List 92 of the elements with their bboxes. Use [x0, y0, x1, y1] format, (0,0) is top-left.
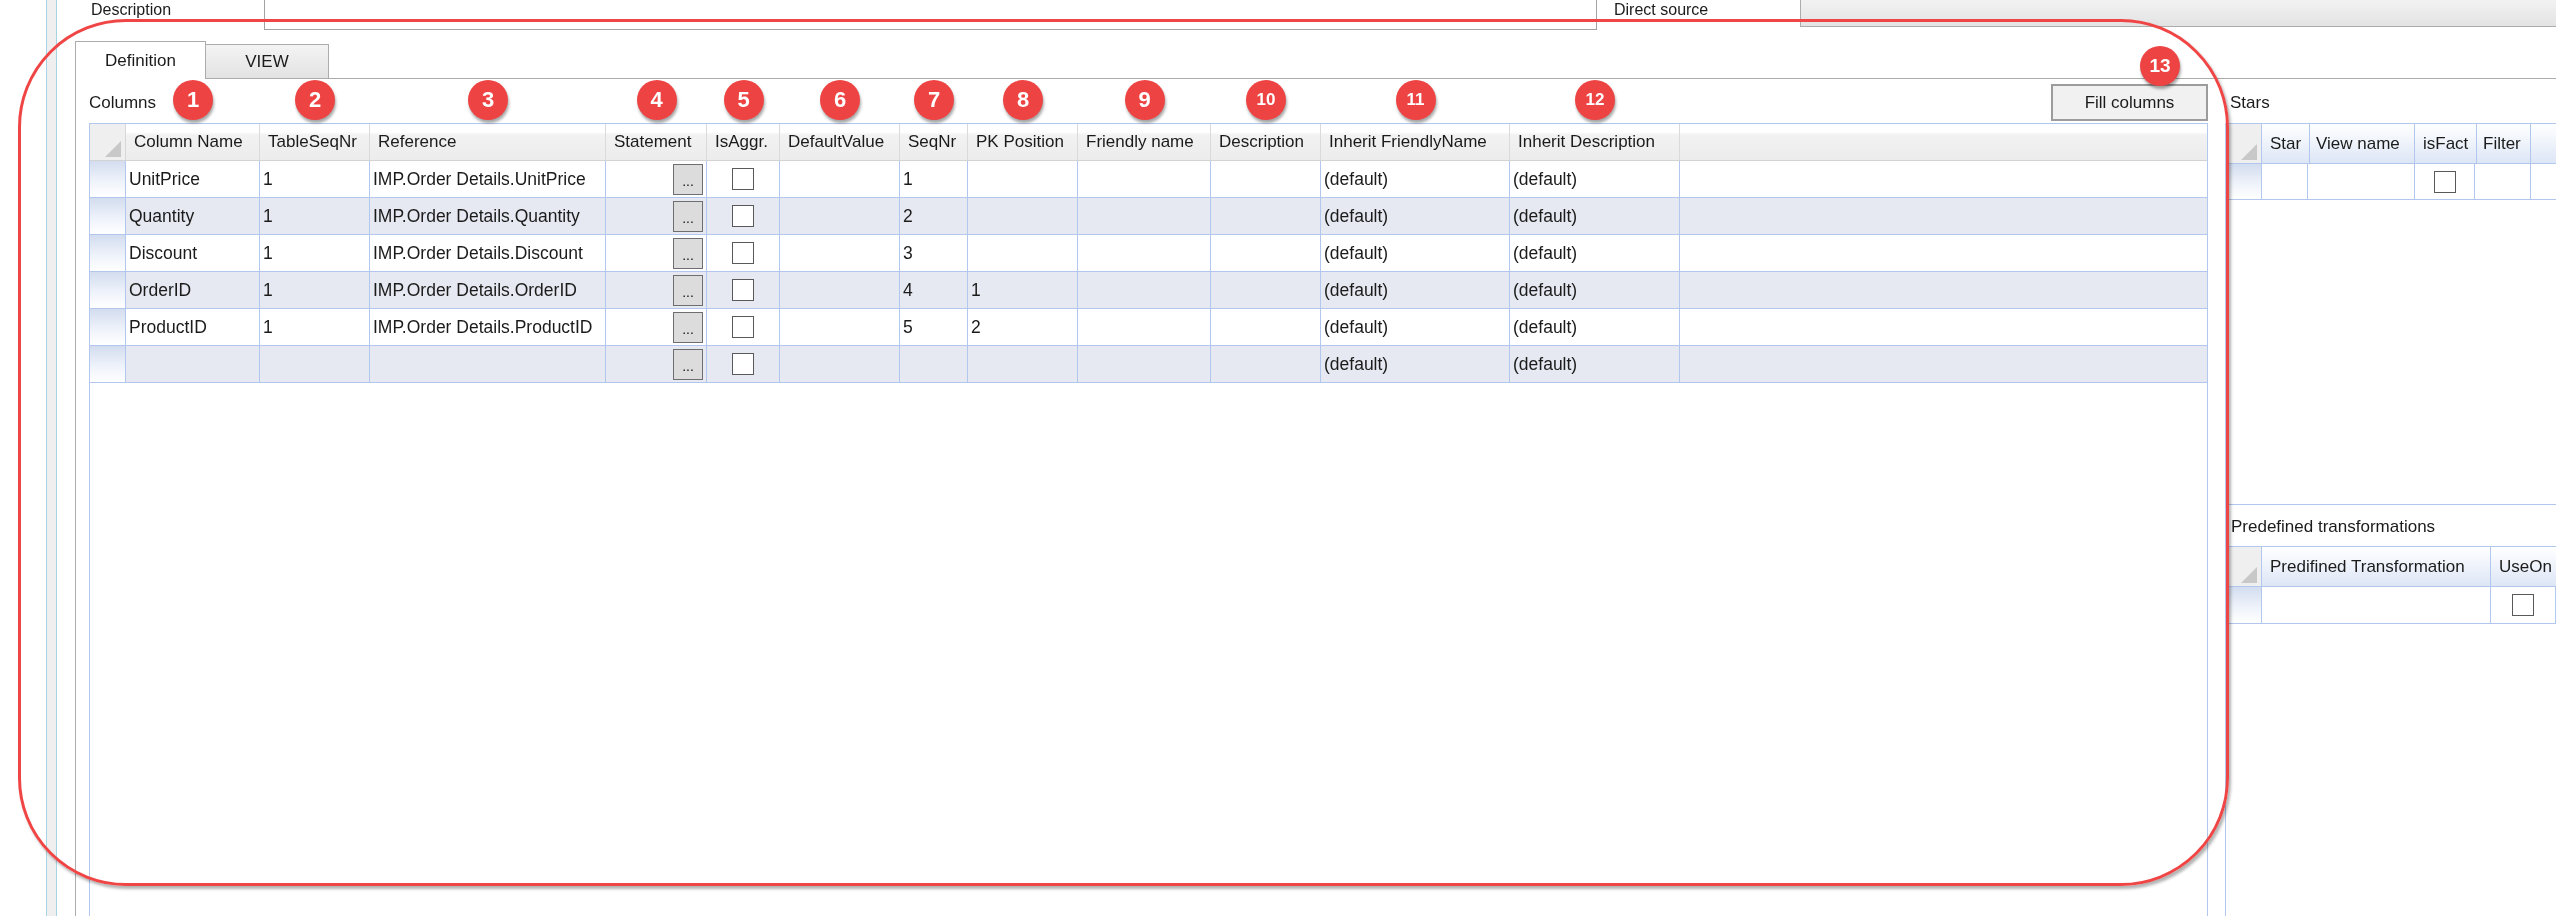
callout-number: 10 [1246, 80, 1286, 120]
section-label: Stars [2229, 92, 2270, 113]
table-cell: IMP.Order Details.UnitPrice [370, 161, 606, 197]
column-header[interactable]: DefaultValue [780, 124, 900, 160]
table-cell: (default) [1510, 346, 1680, 382]
callout-number: 12 [1575, 80, 1615, 120]
table-cell: Quantity [126, 198, 260, 234]
callout-number: 9 [1124, 80, 1165, 120]
callout-number: 13 [2140, 46, 2180, 86]
table-cell: 2 [968, 309, 1078, 345]
triangle-icon [2241, 567, 2257, 583]
table-cell: (default) [1510, 161, 1680, 197]
column-header[interactable]: Friendly name [1078, 124, 1211, 160]
checkbox[interactable] [2512, 594, 2534, 616]
ellipsis-button[interactable]: ... [673, 200, 703, 232]
column-header[interactable]: Statement [606, 124, 707, 160]
callout-number: 11 [1395, 80, 1436, 120]
table-cell: OrderID [126, 272, 260, 308]
table-cell: (default) [1321, 235, 1510, 271]
ellipsis-button[interactable]: ... [673, 163, 703, 195]
table-cell: IMP.Order Details.ProductID [370, 309, 606, 345]
column-header[interactable]: SeqNr [900, 124, 968, 160]
column-header[interactable]: Description [1211, 124, 1321, 160]
table-cell: IMP.Order Details.Discount [370, 235, 606, 271]
table-cell: (default) [1510, 272, 1680, 308]
callout-number: 6 [820, 80, 860, 120]
table-cell: 1 [260, 198, 370, 234]
callout-number: 4 [636, 80, 677, 120]
column-header[interactable]: UseOn [2491, 547, 2556, 586]
checkbox[interactable] [732, 316, 754, 338]
callout-number: 5 [723, 80, 764, 120]
table-cell: ProductID [126, 309, 260, 345]
table-cell: 3 [900, 235, 968, 271]
table-cell: (default) [1321, 346, 1510, 382]
column-header[interactable]: TableSeqNr [260, 124, 370, 160]
column-header[interactable]: Star [2262, 124, 2311, 163]
checkbox[interactable] [732, 279, 754, 301]
table-cell: IMP.Order Details.Quantity [370, 198, 606, 234]
table-cell: (default) [1510, 198, 1680, 234]
column-header[interactable]: IsAggr. [707, 124, 780, 160]
table-cell: 1 [260, 235, 370, 271]
table-cell: (default) [1321, 272, 1510, 308]
column-header[interactable]: Reference [370, 124, 606, 160]
table-cell: (default) [1321, 161, 1510, 197]
checkbox[interactable] [732, 353, 754, 375]
table-cell: (default) [1510, 309, 1680, 345]
column-header[interactable]: PK Position [968, 124, 1078, 160]
section-label: Predefined transformations [2231, 517, 2436, 537]
column-header[interactable]: Column Name [126, 124, 260, 160]
section-label: Columns [89, 92, 157, 113]
table-cell: (default) [1321, 309, 1510, 345]
table-cell: 5 [900, 309, 968, 345]
source-dropdown[interactable] [1800, 0, 2556, 27]
callout-number: 1 [173, 80, 213, 120]
tab[interactable]: VIEW [206, 44, 329, 78]
table-cell: UnitPrice [126, 161, 260, 197]
column-header[interactable]: isFact [2415, 124, 2478, 163]
table-cell: Discount [126, 235, 260, 271]
triangle-icon [2241, 144, 2257, 160]
ellipsis-button[interactable]: ... [673, 237, 703, 269]
checkbox[interactable] [732, 242, 754, 264]
table-cell: 1 [260, 272, 370, 308]
column-header[interactable]: Inherit Description [1510, 124, 1680, 160]
callout-number: 2 [295, 80, 335, 120]
table-cell: 1 [260, 309, 370, 345]
checkbox[interactable] [2433, 170, 2456, 193]
callout-number: 3 [468, 80, 508, 120]
column-header[interactable]: Inherit FriendlyName [1321, 124, 1510, 160]
table-cell: 1 [260, 161, 370, 197]
table-cell: 2 [900, 198, 968, 234]
table-cell: 1 [968, 272, 1078, 308]
ellipsis-button[interactable]: ... [673, 274, 703, 306]
table-cell: (default) [1510, 235, 1680, 271]
tab[interactable]: Definition [75, 41, 206, 79]
checkbox[interactable] [732, 205, 754, 227]
callout-number: 7 [914, 80, 954, 120]
table-cell: IMP.Order Details.OrderID [370, 272, 606, 308]
table-cell: 4 [900, 272, 968, 308]
table-cell: 1 [900, 161, 968, 197]
callout-number: 8 [1003, 80, 1043, 120]
column-header[interactable]: View name [2308, 124, 2415, 163]
table-cell: (default) [1321, 198, 1510, 234]
field-label: Description [91, 1, 172, 18]
fill-columns-button[interactable]: Fill columns [2051, 84, 2208, 121]
column-header[interactable]: Predifined Transformation [2262, 547, 2491, 586]
field-label: Direct source [1614, 1, 1709, 18]
triangle-icon [105, 141, 121, 157]
ellipsis-button[interactable]: ... [673, 311, 703, 343]
ellipsis-button[interactable]: ... [673, 348, 703, 380]
checkbox[interactable] [732, 168, 754, 190]
description-field[interactable] [264, 0, 1597, 30]
column-header[interactable]: Filter [2475, 124, 2531, 163]
